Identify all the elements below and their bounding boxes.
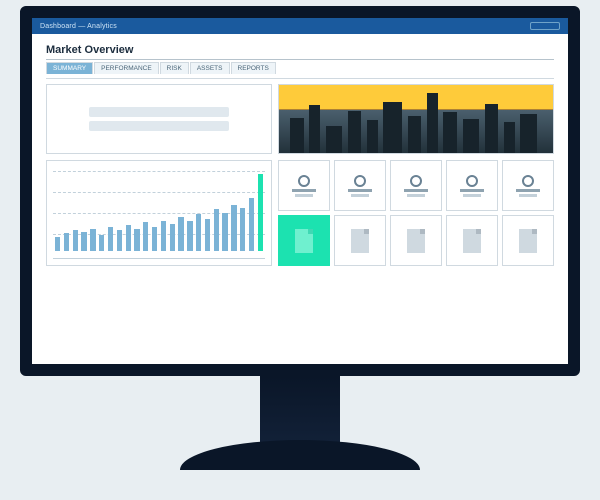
gauge-icon	[298, 175, 310, 187]
chart-bar	[143, 222, 148, 251]
chart-bar	[90, 229, 95, 251]
kpi-card[interactable]	[278, 160, 330, 211]
gauge-icon	[410, 175, 422, 187]
chart-bar	[249, 198, 254, 251]
chart-bar	[196, 214, 201, 251]
filter-control-1[interactable]	[89, 107, 229, 117]
chart-bar	[55, 237, 60, 251]
filter-panel[interactable]	[46, 84, 272, 154]
tab-row: SUMMARYPERFORMANCERISKASSETSREPORTS	[46, 62, 554, 74]
chart-bar	[152, 227, 157, 251]
kpi-card[interactable]	[390, 160, 442, 211]
divider	[46, 78, 554, 79]
document-icon	[407, 229, 425, 253]
filter-control-2[interactable]	[89, 121, 229, 131]
app-topbar: Dashboard — Analytics	[32, 18, 568, 34]
chart-bar	[205, 219, 210, 251]
chart-bar	[187, 221, 192, 251]
chart-bar	[117, 230, 122, 251]
chart-bar	[214, 209, 219, 251]
kpi-card[interactable]	[446, 160, 498, 211]
chart-bar	[222, 213, 227, 251]
account-button[interactable]	[530, 22, 560, 30]
report-card[interactable]	[446, 215, 498, 266]
chart-bar	[161, 221, 166, 251]
chart-bar	[231, 205, 236, 251]
chart-bar	[240, 208, 245, 251]
report-card[interactable]	[278, 215, 330, 266]
chart-bar	[258, 174, 263, 251]
kpi-line2	[407, 194, 425, 197]
document-icon	[463, 229, 481, 253]
chart-bar	[126, 225, 131, 251]
chart-bar	[170, 224, 175, 251]
kpi-line1	[516, 189, 540, 192]
kpi-card[interactable]	[334, 160, 386, 211]
report-card[interactable]	[334, 215, 386, 266]
gauge-icon	[354, 175, 366, 187]
chart-bar	[64, 233, 69, 251]
chart-bar	[108, 227, 113, 251]
kpi-line1	[460, 189, 484, 192]
tab-summary[interactable]: SUMMARY	[46, 62, 93, 74]
kpi-line2	[519, 194, 537, 197]
kpi-line1	[348, 189, 372, 192]
tab-risk[interactable]: RISK	[160, 62, 189, 74]
chart-bar	[99, 235, 104, 251]
kpi-line2	[463, 194, 481, 197]
document-icon	[351, 229, 369, 253]
monitor-frame: Dashboard — Analytics Market Overview SU…	[20, 6, 580, 376]
app-brand: Dashboard — Analytics	[40, 23, 117, 30]
bar-chart	[46, 160, 272, 266]
tab-assets[interactable]: ASSETS	[190, 62, 230, 74]
chart-bar	[134, 229, 139, 251]
screen: Dashboard — Analytics Market Overview SU…	[32, 18, 568, 364]
monitor-neck	[260, 376, 340, 446]
kpi-line1	[292, 189, 316, 192]
chart-bar	[81, 232, 86, 251]
chart-bar	[178, 217, 183, 251]
card-grid	[278, 160, 554, 266]
gauge-icon	[466, 175, 478, 187]
monitor-base	[180, 440, 420, 470]
tab-reports[interactable]: REPORTS	[231, 62, 276, 74]
kpi-line1	[404, 189, 428, 192]
document-icon	[295, 229, 313, 253]
report-card[interactable]	[502, 215, 554, 266]
kpi-line2	[295, 194, 313, 197]
page-content: Market Overview SUMMARYPERFORMANCERISKAS…	[32, 34, 568, 280]
document-icon	[519, 229, 537, 253]
hero-image	[278, 84, 554, 154]
report-card[interactable]	[390, 215, 442, 266]
chart-bar	[73, 230, 78, 251]
kpi-line2	[351, 194, 369, 197]
tab-performance[interactable]: PERFORMANCE	[94, 62, 159, 74]
kpi-card[interactable]	[502, 160, 554, 211]
gauge-icon	[522, 175, 534, 187]
page-title: Market Overview	[46, 44, 554, 60]
